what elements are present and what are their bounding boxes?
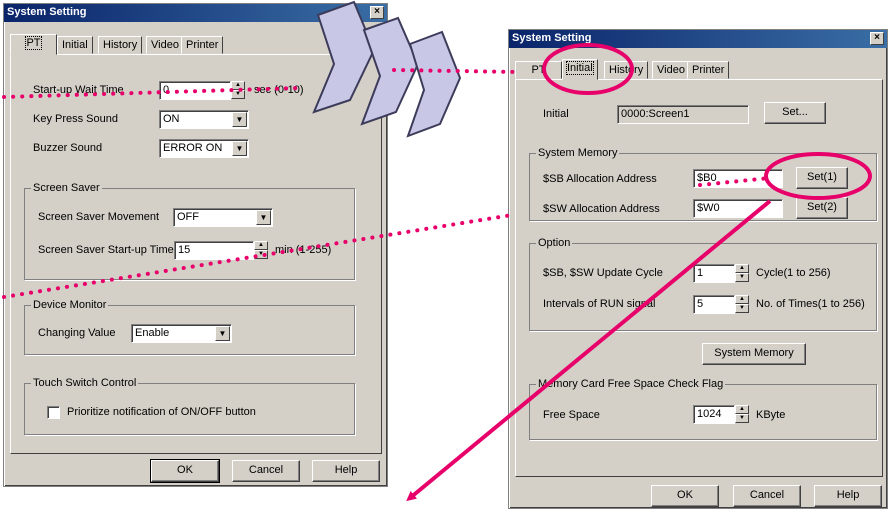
key-press-sound-select[interactable]: ON ▼	[159, 110, 249, 129]
right-help-button[interactable]: Help	[814, 485, 882, 507]
run-signal-input[interactable]: 5	[693, 295, 735, 314]
sw-allocation-label: $SW Allocation Address	[543, 203, 660, 215]
run-signal-unit: No. of Times(1 to 256)	[756, 298, 865, 310]
update-cycle-unit: Cycle(1 to 256)	[756, 267, 831, 279]
initial-set-button[interactable]: Set...	[764, 102, 826, 124]
sb-set1-button[interactable]: Set(1)	[796, 167, 848, 189]
free-space-unit: KByte	[756, 409, 786, 421]
right-close-button[interactable]: ×	[870, 32, 884, 45]
chevron-down-icon[interactable]: ▼	[232, 141, 247, 156]
left-dialog-window: System Setting × PT Initial History Vide…	[3, 3, 388, 487]
screen-saver-startup-input[interactable]: 15	[174, 241, 254, 260]
screen-saver-startup-unit: min (1-255)	[275, 244, 332, 256]
prioritize-notification-label: Prioritize notification of ON/OFF button	[67, 406, 256, 418]
initial-screen-field: 0000:Screen1	[617, 105, 749, 124]
memory-card-group-title: Memory Card Free Space Check Flag	[536, 378, 726, 390]
left-tab-video[interactable]: Video	[146, 36, 184, 54]
sw-allocation-input[interactable]: $W0	[693, 199, 783, 218]
right-title-bar[interactable]: System Setting ×	[509, 30, 887, 48]
option-group-title: Option	[536, 237, 573, 249]
memory-card-group: Memory Card Free Space Check Flag Free S…	[529, 378, 877, 440]
left-tab-initial[interactable]: Initial	[57, 36, 93, 54]
right-tab-history[interactable]: History	[604, 61, 649, 79]
system-memory-group-title: System Memory	[536, 147, 620, 159]
initial-label: Initial	[543, 108, 569, 120]
changing-value-value: Enable	[135, 327, 170, 339]
run-signal-label: Intervals of RUN signal	[543, 298, 656, 310]
update-cycle-spinner[interactable]: ▲ ▼	[735, 264, 749, 283]
device-monitor-group-title: Device Monitor	[31, 299, 109, 311]
free-space-spinner[interactable]: ▲ ▼	[735, 405, 749, 424]
left-window-title: System Setting	[7, 6, 87, 18]
screen-saver-group: Screen Saver Screen Saver Movement OFF ▼…	[24, 182, 355, 280]
startup-wait-label: Start-up Wait Time	[33, 84, 124, 96]
right-window-title: System Setting	[512, 32, 592, 44]
screen-saver-movement-label: Screen Saver Movement	[38, 211, 160, 223]
right-tab-initial[interactable]: Initial	[562, 59, 598, 80]
chevron-down-icon[interactable]: ▼	[232, 112, 247, 127]
sb-allocation-input[interactable]: $B0	[693, 169, 783, 188]
screen-saver-movement-select[interactable]: OFF ▼	[173, 208, 273, 227]
run-signal-spinner[interactable]: ▲ ▼	[735, 295, 749, 314]
startup-wait-spinner[interactable]: ▲ ▼	[231, 81, 245, 100]
buzzer-sound-value: ERROR ON	[163, 142, 223, 154]
device-monitor-group: Device Monitor Changing Value Enable ▼	[24, 299, 355, 355]
right-tab-pt[interactable]: PT	[515, 61, 562, 79]
left-tab-pt[interactable]: PT	[10, 34, 57, 55]
right-tab-panel: Initial 0000:Screen1 Set... System Memor…	[515, 79, 883, 477]
system-memory-button[interactable]: System Memory	[702, 343, 806, 365]
left-tab-history[interactable]: History	[98, 36, 143, 54]
startup-wait-unit: sec (0-10)	[254, 84, 304, 96]
screen-saver-group-title: Screen Saver	[31, 182, 102, 194]
right-ok-button[interactable]: OK	[651, 485, 719, 507]
sw-set2-button[interactable]: Set(2)	[796, 197, 848, 219]
changing-value-select[interactable]: Enable ▼	[131, 324, 232, 343]
screen-saver-movement-value: OFF	[177, 211, 199, 223]
buzzer-sound-label: Buzzer Sound	[33, 142, 103, 154]
left-tab-strip: PT Initial History Video Printer	[10, 34, 250, 55]
option-group: Option $SB, $SW Update Cycle 1 ▲ ▼ Cycle(…	[529, 237, 877, 331]
key-press-sound-label: Key Press Sound	[33, 113, 118, 125]
right-tab-strip: PT Initial History Video Printer	[515, 59, 755, 80]
update-cycle-input[interactable]: 1	[693, 264, 735, 283]
chevron-down-icon[interactable]: ▼	[215, 326, 230, 341]
screen-saver-startup-label: Screen Saver Start-up Time	[38, 244, 174, 256]
left-tab-printer[interactable]: Printer	[181, 36, 224, 54]
left-cancel-button[interactable]: Cancel	[232, 460, 300, 482]
touch-switch-group-title: Touch Switch Control	[31, 377, 139, 389]
right-tab-video[interactable]: Video	[652, 61, 690, 79]
startup-wait-input[interactable]: 0	[159, 81, 231, 100]
left-title-bar[interactable]: System Setting ×	[4, 4, 387, 22]
sb-allocation-label: $SB Allocation Address	[543, 173, 657, 185]
right-tab-printer[interactable]: Printer	[687, 61, 730, 79]
right-cancel-button[interactable]: Cancel	[733, 485, 801, 507]
prioritize-notification-checkbox[interactable]	[47, 406, 60, 419]
changing-value-label: Changing Value	[38, 327, 116, 339]
update-cycle-label: $SB, $SW Update Cycle	[543, 267, 663, 279]
touch-switch-group: Touch Switch Control Prioritize notifica…	[24, 377, 355, 435]
free-space-input[interactable]: 1024	[693, 405, 735, 424]
left-ok-button[interactable]: OK	[150, 459, 220, 483]
key-press-sound-value: ON	[163, 113, 180, 125]
left-tab-panel: Start-up Wait Time 0 ▲ ▼ sec (0-10) Key P…	[10, 54, 382, 454]
buzzer-sound-select[interactable]: ERROR ON ▼	[159, 139, 249, 158]
left-close-button[interactable]: ×	[370, 6, 384, 19]
system-memory-group: System Memory $SB Allocation Address $B0…	[529, 147, 877, 221]
chevron-down-icon[interactable]: ▼	[256, 210, 271, 225]
screen-saver-startup-spinner[interactable]: ▲ ▼	[254, 241, 268, 260]
left-help-button[interactable]: Help	[312, 460, 380, 482]
right-dialog-window: System Setting × PT Initial History Vide…	[508, 29, 888, 509]
free-space-label: Free Space	[543, 409, 600, 421]
